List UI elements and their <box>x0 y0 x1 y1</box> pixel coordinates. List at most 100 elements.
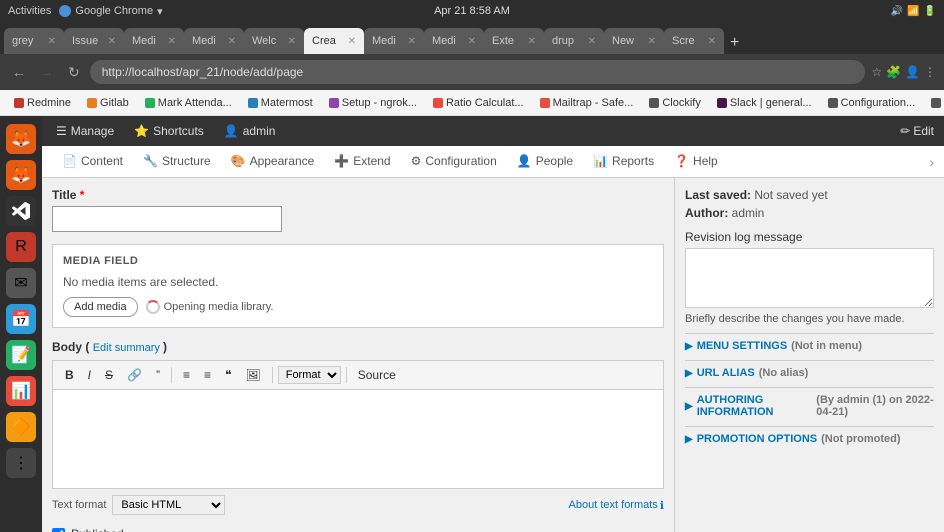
last-saved-value: Not saved yet <box>754 188 827 202</box>
author-label: Author: <box>685 206 728 220</box>
about-text-formats-link[interactable]: About text formats ℹ <box>569 499 664 512</box>
tab-people[interactable]: 👤 People <box>507 148 583 176</box>
published-row: Published <box>52 527 664 532</box>
arrow-icon: ▶ <box>685 434 693 445</box>
tab-content[interactable]: 📄 Content <box>52 148 133 176</box>
extensions-icon[interactable]: 🧩 <box>886 65 901 79</box>
ratio-icon <box>433 98 443 108</box>
collapse-tabs-btn[interactable]: › <box>929 154 934 170</box>
browser-name: Google Chrome ▾ <box>59 5 162 18</box>
text-format-select[interactable]: Basic HTML Restricted HTML Full HTML <box>112 495 225 515</box>
gitlab-icon <box>87 98 97 108</box>
bookmark-redmine[interactable]: Redmine <box>8 95 77 111</box>
app-icon-notes[interactable]: 📝 <box>6 340 36 370</box>
bookmark-icon[interactable]: ☆ <box>871 65 882 79</box>
app-icon-monitor[interactable]: 📊 <box>6 376 36 406</box>
bookmark-configuration[interactable]: Configuration... <box>822 95 922 111</box>
title-input[interactable] <box>52 206 282 232</box>
body-label: Body ( Edit summary ) <box>52 340 664 354</box>
tab-reports[interactable]: 📊 Reports <box>583 148 664 176</box>
app-icon-firefox2[interactable]: 🦊 <box>6 160 36 190</box>
app-icon-cal[interactable]: 📅 <box>6 304 36 334</box>
published-label[interactable]: Published <box>71 527 124 532</box>
url-input[interactable] <box>90 60 866 84</box>
arrow-icon: ▶ <box>685 368 693 379</box>
revision-log-textarea[interactable] <box>685 248 934 308</box>
manage-item[interactable]: ☰ Manage <box>52 124 118 138</box>
app-icon-apps[interactable]: ⋮ <box>6 448 36 478</box>
source-button[interactable]: Source <box>352 365 402 385</box>
quote-button[interactable]: ” <box>150 365 166 385</box>
body-field: Body ( Edit summary ) B I S 🔗 ” ≡ ≡ <box>52 340 664 489</box>
tab-medi2[interactable]: Medi ✕ <box>184 28 244 54</box>
bookmark-gitlab[interactable]: Gitlab <box>81 95 135 111</box>
tab-grey[interactable]: grey ✕ <box>4 28 64 54</box>
tab-close-issue[interactable]: ✕ <box>108 36 116 47</box>
ul-button[interactable]: ≡ <box>177 365 196 385</box>
tab-extend[interactable]: ➕ Extend <box>324 148 400 176</box>
tab-new[interactable]: New ✕ <box>604 28 664 54</box>
toolbar-separator2 <box>272 367 273 383</box>
app-icon-mail[interactable]: ✉ <box>6 268 36 298</box>
authoring-info-header[interactable]: ▶ AUTHORING INFORMATION (By admin (1) on… <box>685 394 934 418</box>
forward-button[interactable]: → <box>36 62 58 82</box>
app-icon-firefox[interactable]: 🦊 <box>6 124 36 154</box>
ol-button[interactable]: ≡ <box>198 365 217 385</box>
image-button[interactable]: 🖼 <box>239 365 266 385</box>
bookmark-mailtrap[interactable]: Mailtrap - Safe... <box>534 95 640 111</box>
url-alias-header[interactable]: ▶ URL ALIAS (No alias) <box>685 367 934 379</box>
main-layout: Title * MEDIA FIELD No media items are s… <box>42 178 944 532</box>
bookmark-matermost[interactable]: Matermost <box>242 95 319 111</box>
bold-button[interactable]: B <box>59 365 80 385</box>
user-item[interactable]: 👤 admin <box>220 124 280 138</box>
tab-appearance[interactable]: 🎨 Appearance <box>221 148 325 176</box>
bookmark-setup-ngrok[interactable]: Setup - ngrok... <box>323 95 423 111</box>
tab-issue[interactable]: Issue ✕ <box>64 28 124 54</box>
tab-configuration[interactable]: ⚙ Configuration <box>401 148 507 176</box>
strikethrough-button[interactable]: S <box>99 365 119 385</box>
bookmark-views[interactable]: Views | Consta... <box>925 95 944 111</box>
add-media-button[interactable]: Add media <box>63 297 138 317</box>
link-button[interactable]: 🔗 <box>121 365 148 385</box>
promotion-options-section: ▶ PROMOTION OPTIONS (Not promoted) <box>685 426 934 445</box>
shortcuts-item[interactable]: ⭐ Shortcuts <box>130 124 208 138</box>
content-icon: 📄 <box>62 154 77 168</box>
menu-settings-header[interactable]: ▶ MENU SETTINGS (Not in menu) <box>685 340 934 352</box>
tab-drup[interactable]: drup ✕ <box>544 28 604 54</box>
tab-structure[interactable]: 🔧 Structure <box>133 148 221 176</box>
slack-icon <box>717 98 727 108</box>
italic-button[interactable]: I <box>82 365 97 385</box>
profile-icon[interactable]: 👤 <box>905 65 920 79</box>
published-checkbox[interactable] <box>52 528 65 532</box>
refresh-button[interactable]: ↻ <box>64 62 84 83</box>
tab-medi4[interactable]: Medi ✕ <box>424 28 484 54</box>
bookmark-slack[interactable]: Slack | general... <box>711 95 818 111</box>
back-button[interactable]: ← <box>8 62 30 82</box>
promotion-options-header[interactable]: ▶ PROMOTION OPTIONS (Not promoted) <box>685 433 934 445</box>
address-icons: ☆ 🧩 👤 ⋮ <box>871 65 936 79</box>
content-area: Title * MEDIA FIELD No media items are s… <box>42 178 674 532</box>
tab-scre[interactable]: Scre ✕ <box>664 28 724 54</box>
bookmark-ratio[interactable]: Ratio Calculat... <box>427 95 530 111</box>
tab-welc[interactable]: Welc ✕ <box>244 28 304 54</box>
blockquote-button[interactable]: ❝ <box>219 365 237 385</box>
app-icon-vscode[interactable] <box>6 196 36 226</box>
edit-button[interactable]: ✏ Edit <box>900 124 934 138</box>
new-tab-button[interactable]: + <box>724 32 745 54</box>
tab-medi3[interactable]: Medi ✕ <box>364 28 424 54</box>
editor-area[interactable] <box>52 389 664 489</box>
app-icon-redmine[interactable]: R <box>6 232 36 262</box>
format-select[interactable]: Format <box>278 366 341 384</box>
tab-help[interactable]: ❓ Help <box>664 148 728 176</box>
activities-label[interactable]: Activities <box>8 5 51 17</box>
bookmark-mark-attenda[interactable]: Mark Attenda... <box>139 95 238 111</box>
edit-summary-link[interactable]: Edit summary <box>93 342 163 354</box>
bookmark-clockify[interactable]: Clockify <box>643 95 707 111</box>
tab-medi1[interactable]: Medi ✕ <box>124 28 184 54</box>
tab-exte[interactable]: Exte ✕ <box>484 28 544 54</box>
tab-crea[interactable]: Crea ✕ <box>304 28 364 54</box>
app-icon-orange[interactable]: 🔶 <box>6 412 36 442</box>
content-nav-tabs: 📄 Content 🔧 Structure 🎨 Appearance ➕ Ext… <box>42 146 944 178</box>
tab-close-grey[interactable]: ✕ <box>48 36 56 47</box>
menu-icon[interactable]: ⋮ <box>924 65 936 79</box>
